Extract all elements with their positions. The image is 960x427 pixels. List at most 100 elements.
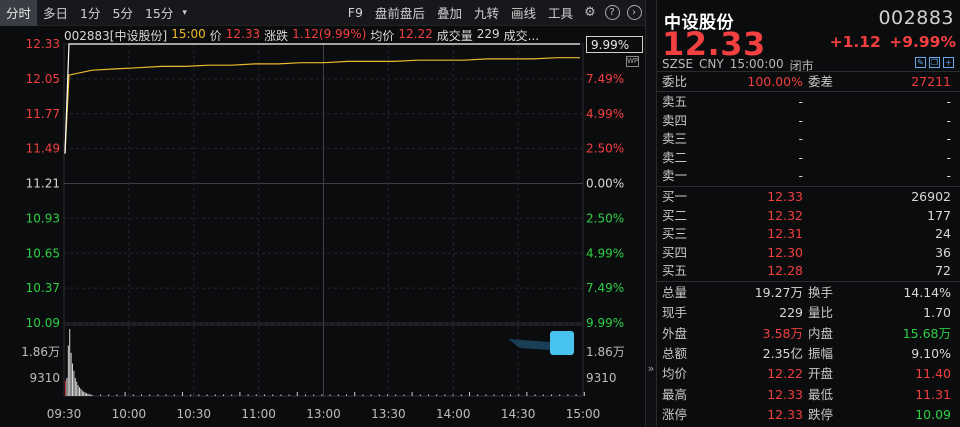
add-icon[interactable]: + [943,57,954,68]
time-tick-label: 09:30 [47,407,82,421]
volume-bar [272,394,274,396]
buy-volume: 177 [927,207,951,223]
sell-level-row[interactable]: 卖二 - - [657,148,960,167]
time-tick-label: 15:00 [566,407,601,421]
buy-level-row[interactable]: 买五 12.28 72 [657,261,960,280]
widget-streak [508,339,550,350]
volume-bar [501,394,503,396]
buy-level-row[interactable]: 买四 12.30 36 [657,243,960,262]
pre-post-market-button[interactable]: 盘前盘后 [369,0,431,26]
gear-icon[interactable]: ⚙ [579,0,601,26]
volume-bar [149,394,151,396]
tab-15min[interactable]: 15分 [139,0,179,26]
volume-bar [288,394,290,396]
volume-bar [305,394,306,396]
stat-label-2: 跌停 [808,406,834,422]
stat-value: 2.35亿 [762,345,803,361]
buy-level-row[interactable]: 买一 12.33 26902 [657,187,960,206]
volume-bar [141,394,142,396]
sell-volume: - [946,168,951,184]
sell-level-label: 卖五 [662,94,688,109]
f9-button[interactable]: F9 [342,0,369,26]
double-chevron-icon: » [647,362,655,375]
price-tick-label: 10.93 [26,211,60,225]
volume-bar [567,394,569,396]
stat-value-2: 9.10% [911,345,951,361]
volume-bar [534,394,536,396]
wp-badge-icon[interactable]: WP [626,56,639,67]
sell-volume: - [946,131,951,147]
volume-bar [362,394,364,396]
stat-row: 外盘 3.58万 内盘 15.68万 [657,324,960,343]
buy-level-row[interactable]: 买三 12.31 24 [657,224,960,243]
change-value: +1.12 [829,33,881,51]
change-pct: +9.99% [889,33,956,51]
volume-bar [329,394,331,396]
volume-bar [387,394,388,396]
buy-level-label: 买二 [662,207,688,223]
volume-bar [76,381,78,396]
sell-price: - [798,149,803,165]
stat-label-2: 振幅 [808,345,834,361]
edit-icon[interactable]: ✎ [915,57,926,68]
sell-level-row[interactable]: 卖四 - - [657,111,960,130]
sell-level-row[interactable]: 卖五 - - [657,92,960,111]
time-tick-label: 10:00 [112,407,147,421]
tab-1min[interactable]: 1分 [74,0,106,26]
stat-value-2: 10.09 [915,406,951,422]
time-tick-label: 13:30 [371,407,406,421]
stat-value: 3.58万 [762,325,803,341]
nine-turn-button[interactable]: 九转 [468,0,505,26]
draw-line-button[interactable]: 画线 [505,0,542,26]
tab-intraday[interactable]: 分时 [0,0,38,26]
volume-bar [65,380,66,396]
floating-widget-icon[interactable] [550,331,574,355]
sell-level-label: 卖一 [662,168,688,184]
volume-bar [583,392,585,396]
sell-volume: - [946,94,951,109]
buy-price: 12.32 [767,207,803,223]
chevron-right-icon[interactable]: › [623,0,645,26]
volume-tick-label: 1.86万 [586,345,625,359]
stat-value-2: 11.31 [915,386,951,402]
volume-bar [182,392,183,396]
panel-collapse-button[interactable]: » [645,0,657,427]
volume-bar [86,393,87,396]
volume-bar [124,392,126,396]
volume-bar [206,394,208,396]
volume-bar [239,392,241,396]
period-dropdown-button[interactable]: ▾ [179,0,190,26]
volume-bar [88,394,90,396]
buy-volume: 26902 [911,189,951,204]
overlay-button[interactable]: 叠加 [431,0,468,26]
volume-bar [74,377,76,396]
tab-5min[interactable]: 5分 [106,0,138,26]
copy-icon[interactable]: ❐ [929,57,940,68]
volume-bar [100,394,101,396]
stat-value-2: 11.40 [915,366,951,382]
volume-bar [510,394,511,396]
intraday-chart[interactable]: 12.33 9.99% 12.05 7.49% 11.77 4.99% 11.49 2.50%… [0,26,645,427]
buy-level-label: 买三 [662,226,688,242]
buy-price: 12.30 [767,244,803,260]
volume-bar [214,394,216,396]
tab-multi-day[interactable]: 多日 [37,0,74,26]
sell-level-row[interactable]: 卖三 - - [657,129,960,148]
sell-level-row[interactable]: 卖一 - - [657,166,960,185]
time-tick-label: 11:00 [241,407,276,421]
volume-bar [452,394,454,396]
volume-bar [80,388,82,396]
buy-level-row[interactable]: 买二 12.32 177 [657,206,960,225]
tools-button[interactable]: 工具 [542,0,579,26]
buy-level-label: 买五 [662,263,688,279]
buy-volume: 24 [935,226,951,242]
stat-value: 12.33 [767,386,803,402]
volume-bar [321,394,323,396]
price-tick-label: 11.21 [26,177,60,191]
volume-bar [575,394,577,396]
volume-bar [542,394,544,396]
help-icon[interactable]: ? [601,0,623,26]
time-tick-label: 13:00 [306,407,341,421]
volume-bar [198,394,200,396]
volume-bar [90,394,92,396]
